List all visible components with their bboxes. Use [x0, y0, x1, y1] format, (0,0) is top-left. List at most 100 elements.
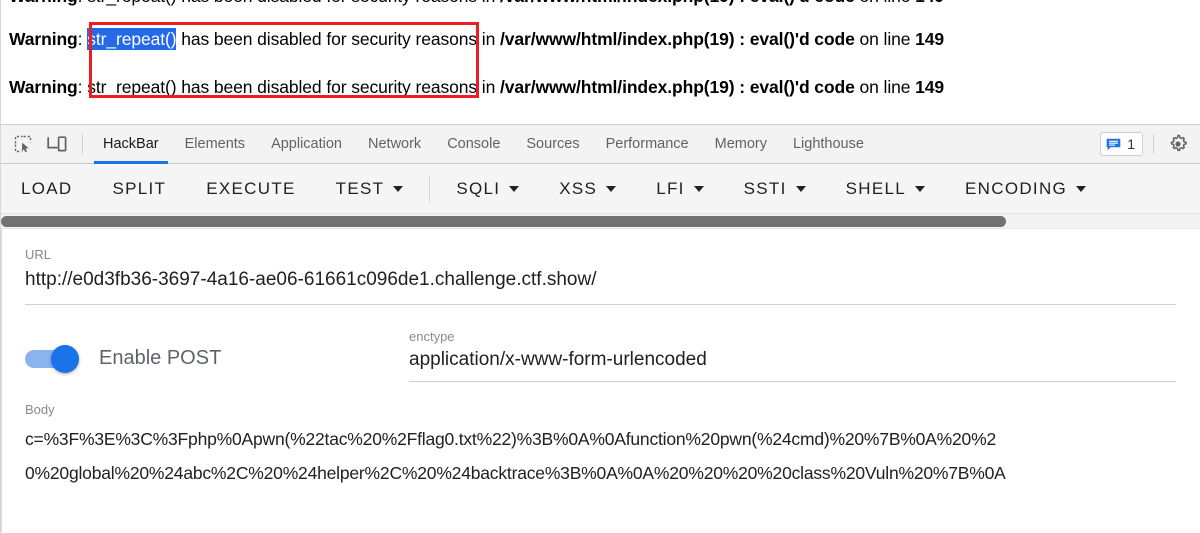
message-icon — [1106, 138, 1121, 150]
warning-lineno-clipped: 149 — [915, 0, 944, 6]
tab-console-label: Console — [447, 136, 501, 152]
scrollbar-thumb[interactable] — [1, 216, 1006, 227]
tab-performance-label: Performance — [605, 136, 689, 152]
tab-application-label: Application — [271, 136, 342, 152]
body-field-block: Body c=%3F%3E%3C%3Fphp%0Apwn(%22tac%20%2… — [1, 382, 1200, 490]
hackbar-ssti-label: SSTI — [743, 178, 787, 198]
device-toolbar-icon[interactable] — [43, 131, 71, 157]
warning-path-clipped: /var/www/html/index.php(19) : eval()'d c… — [500, 0, 855, 6]
hackbar-load-label: LOAD — [21, 178, 73, 198]
enable-post-control[interactable]: Enable POST — [25, 329, 409, 373]
hackbar-lfi-label: LFI — [656, 178, 685, 198]
warning-colon-2: : — [77, 77, 88, 97]
warning-label-2: Warning — [9, 77, 78, 97]
hackbar-lfi-button[interactable]: LFI — [636, 164, 723, 213]
screenshot-root: Warning: str_repeat() has been disabled … — [0, 0, 1200, 533]
hackbar-toolbar-divider — [429, 175, 431, 202]
tab-hackbar[interactable]: HackBar — [90, 125, 172, 164]
browser-page-content: Warning: str_repeat() has been disabled … — [0, 0, 1200, 124]
tab-network[interactable]: Network — [355, 125, 434, 164]
hackbar-toolbar: LOAD SPLIT EXECUTE TEST SQLI XSS LFI SST… — [1, 164, 1200, 214]
enable-post-toggle[interactable] — [25, 344, 83, 373]
tab-memory[interactable]: Memory — [702, 125, 780, 164]
enctype-input[interactable]: application/x-www-form-urlencoded — [409, 345, 1176, 375]
body-input-line-2[interactable]: 0%20global%20%24abc%2C%20%24helper%2C%20… — [25, 456, 1176, 490]
warning-colon: : — [77, 29, 88, 49]
warning-middle: has been disabled for security reasons i… — [176, 29, 500, 49]
enable-post-label: Enable POST — [99, 347, 222, 369]
console-message-count: 1 — [1127, 136, 1135, 152]
tab-sources-label: Sources — [526, 136, 580, 152]
panel-left-rule — [1, 229, 2, 532]
tab-lighthouse-label: Lighthouse — [792, 136, 864, 152]
hackbar-xss-label: XSS — [559, 178, 598, 198]
warning-lineno: 149 — [915, 29, 945, 49]
tab-elements[interactable]: Elements — [172, 125, 258, 164]
hackbar-horizontal-scrollbar[interactable] — [1, 214, 1200, 229]
warning-online-clipped: on line — [855, 0, 915, 6]
url-input[interactable]: http://e0d3fb36-3697-4a16-ae06-61661c096… — [25, 266, 1176, 294]
warning-label-clipped: Warning — [9, 0, 78, 6]
enctype-field-block: enctype application/x-www-form-urlencode… — [409, 329, 1176, 382]
tab-console[interactable]: Console — [434, 125, 513, 164]
chevron-down-icon — [795, 185, 806, 192]
tab-hackbar-label: HackBar — [103, 136, 159, 152]
hackbar-load-button[interactable]: LOAD — [1, 164, 93, 213]
hackbar-execute-label: EXECUTE — [206, 178, 296, 198]
chevron-down-icon — [393, 185, 404, 192]
tab-lighthouse[interactable]: Lighthouse — [780, 125, 877, 164]
warning-path-2: /var/www/html/index.php(19) : eval()'d c… — [499, 77, 855, 97]
tab-performance[interactable]: Performance — [593, 125, 702, 164]
warning-online: on line — [854, 29, 916, 49]
warning-colon-clipped: : — [78, 0, 88, 6]
warning-path: /var/www/html/index.php(19) : eval()'d c… — [499, 29, 855, 49]
body-input-line-1[interactable]: c=%3F%3E%3C%3Fphp%0Apwn(%22tac%20%2Fflag… — [25, 422, 1176, 456]
hackbar-execute-button[interactable]: EXECUTE — [186, 164, 315, 213]
php-warning-line-clipped: Warning: str_repeat() has been disabled … — [9, 0, 944, 7]
hackbar-shell-button[interactable]: SHELL — [826, 164, 945, 213]
console-message-badge[interactable]: 1 — [1100, 132, 1143, 156]
hackbar-encoding-button[interactable]: ENCODING — [945, 164, 1106, 213]
enctype-label: enctype — [409, 329, 455, 344]
hackbar-test-label: TEST — [335, 178, 385, 198]
hackbar-xss-button[interactable]: XSS — [539, 164, 636, 213]
tab-network-label: Network — [368, 136, 422, 152]
warning-function-2: str_repeat() — [87, 77, 177, 97]
tab-application[interactable]: Application — [258, 125, 355, 164]
tab-memory-label: Memory — [714, 136, 767, 152]
hackbar-test-button[interactable]: TEST — [316, 164, 424, 213]
devtools-right-controls: 1 — [1100, 131, 1200, 157]
php-warning-line-1: Warning: str_repeat() has been disabled … — [9, 28, 945, 50]
url-field-block: URL http://e0d3fb36-3697-4a16-ae06-61661… — [1, 229, 1200, 305]
hackbar-split-label: SPLIT — [112, 178, 167, 198]
enctype-underline — [409, 381, 1176, 382]
hackbar-sqli-button[interactable]: SQLI — [436, 164, 539, 213]
tab-elements-label: Elements — [184, 136, 246, 152]
warning-online-2: on line — [854, 77, 916, 97]
chevron-down-icon — [606, 185, 617, 192]
devtools-tab-list: HackBar Elements Application Network Con… — [90, 125, 877, 164]
hackbar-split-button[interactable]: SPLIT — [93, 164, 187, 213]
selected-text-highlight[interactable]: str_repeat() — [87, 28, 177, 50]
warning-lineno-2: 149 — [915, 77, 945, 97]
inspect-element-icon[interactable] — [9, 131, 37, 157]
tab-sources[interactable]: Sources — [513, 125, 592, 164]
devtools-panel: HackBar Elements Application Network Con… — [0, 124, 1200, 533]
post-row: Enable POST enctype application/x-www-fo… — [1, 329, 1200, 382]
gear-icon[interactable] — [1164, 131, 1192, 157]
hackbar-request-panel: URL http://e0d3fb36-3697-4a16-ae06-61661… — [1, 229, 1200, 532]
hackbar-ssti-button[interactable]: SSTI — [724, 164, 826, 213]
right-divider — [1153, 134, 1154, 154]
chevron-down-icon — [509, 185, 520, 192]
body-label: Body — [25, 402, 55, 417]
hackbar-shell-label: SHELL — [845, 178, 907, 198]
toggle-knob — [51, 344, 79, 373]
url-underline — [25, 304, 1176, 305]
devtools-left-icons — [1, 131, 90, 157]
chevron-down-icon — [915, 185, 926, 192]
devtools-tabbar: HackBar Elements Application Network Con… — [1, 125, 1200, 164]
php-warning-line-2: Warning: str_repeat() has been disabled … — [9, 77, 944, 98]
warning-middle-clipped: has been disabled for security reasons i… — [176, 0, 500, 6]
chevron-down-icon — [693, 185, 704, 192]
warning-label: Warning — [9, 29, 78, 49]
